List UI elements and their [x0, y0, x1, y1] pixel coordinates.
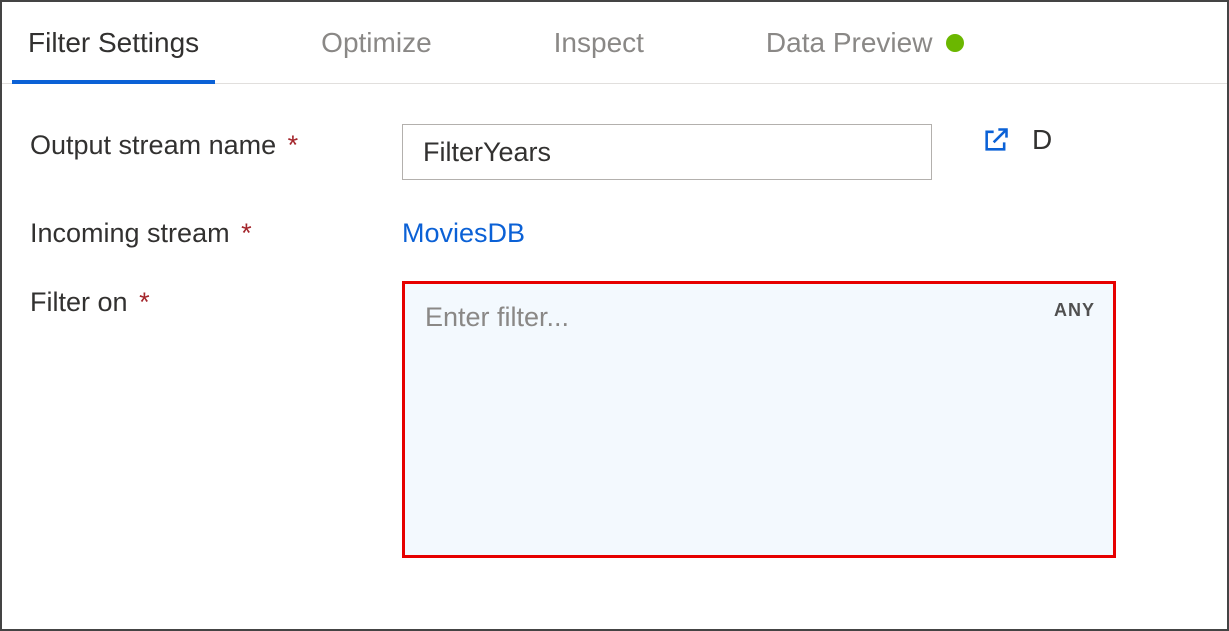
label-text: Incoming stream — [30, 218, 230, 248]
settings-tabs: Filter Settings Optimize Inspect Data Pr… — [2, 2, 1227, 84]
link-text: MoviesDB — [402, 218, 525, 248]
tab-label: Data Preview — [766, 27, 933, 59]
row-filter-on: Filter on * Enter filter... ANY — [30, 281, 1199, 558]
tab-optimize[interactable]: Optimize — [315, 2, 437, 83]
row-output-stream: Output stream name * D — [30, 124, 1199, 180]
row-incoming-stream: Incoming stream * MoviesDB — [30, 212, 1199, 249]
tab-label: Inspect — [554, 27, 644, 59]
output-stream-label: Output stream name * — [30, 124, 402, 161]
filter-type-badge: ANY — [1054, 300, 1095, 321]
filter-expression-input[interactable]: Enter filter... ANY — [402, 281, 1116, 558]
output-stream-input[interactable] — [402, 124, 932, 180]
truncated-label: D — [1032, 124, 1052, 156]
incoming-stream-link[interactable]: MoviesDB — [402, 212, 525, 249]
open-external-icon[interactable] — [982, 126, 1010, 154]
status-dot-icon — [946, 34, 964, 52]
filter-on-label: Filter on * — [30, 281, 402, 318]
tab-label: Filter Settings — [28, 27, 199, 59]
required-mark: * — [241, 218, 252, 248]
filter-settings-form: Output stream name * D Incoming stream *… — [2, 84, 1227, 558]
right-actions: D — [982, 124, 1052, 156]
tab-label: Optimize — [321, 27, 431, 59]
tab-filter-settings[interactable]: Filter Settings — [22, 2, 205, 83]
tab-inspect[interactable]: Inspect — [548, 2, 650, 83]
filter-placeholder: Enter filter... — [425, 302, 569, 332]
tab-data-preview[interactable]: Data Preview — [760, 2, 971, 83]
label-text: Output stream name — [30, 130, 276, 160]
required-mark: * — [288, 130, 299, 160]
incoming-stream-label: Incoming stream * — [30, 212, 402, 249]
required-mark: * — [139, 287, 150, 317]
label-text: Filter on — [30, 287, 128, 317]
